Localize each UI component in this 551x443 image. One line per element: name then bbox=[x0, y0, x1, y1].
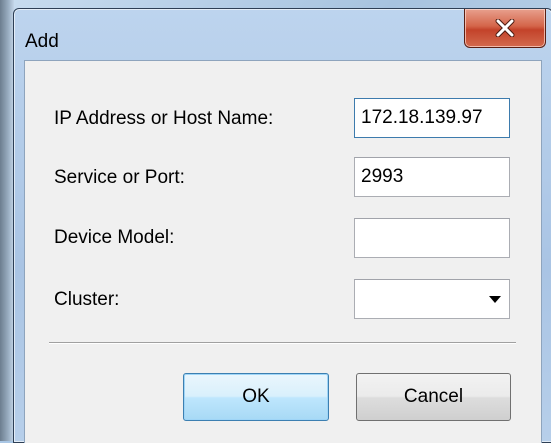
ip-address-label: IP Address or Host Name: bbox=[54, 108, 274, 129]
ip-address-input[interactable]: 172.18.139.97 bbox=[354, 98, 510, 138]
ok-button[interactable]: OK bbox=[183, 373, 329, 421]
add-dialog: Add IP Address or Host Name: 172.18.139.… bbox=[13, 8, 551, 443]
cluster-select[interactable] bbox=[354, 279, 510, 319]
chevron-down-icon[interactable] bbox=[489, 296, 501, 303]
close-icon bbox=[495, 19, 515, 37]
service-port-input[interactable]: 2993 bbox=[354, 157, 510, 197]
divider bbox=[49, 342, 516, 344]
service-port-label: Service or Port: bbox=[54, 167, 185, 188]
dialog-title: Add bbox=[25, 31, 59, 52]
dialog-body: IP Address or Host Name: 172.18.139.97 S… bbox=[24, 60, 542, 443]
device-model-label: Device Model: bbox=[54, 227, 175, 248]
close-button[interactable] bbox=[464, 9, 546, 48]
cancel-button[interactable]: Cancel bbox=[356, 373, 511, 421]
cluster-label: Cluster: bbox=[54, 289, 120, 310]
device-model-input[interactable] bbox=[354, 218, 510, 258]
background-window-edge bbox=[0, 0, 14, 441]
